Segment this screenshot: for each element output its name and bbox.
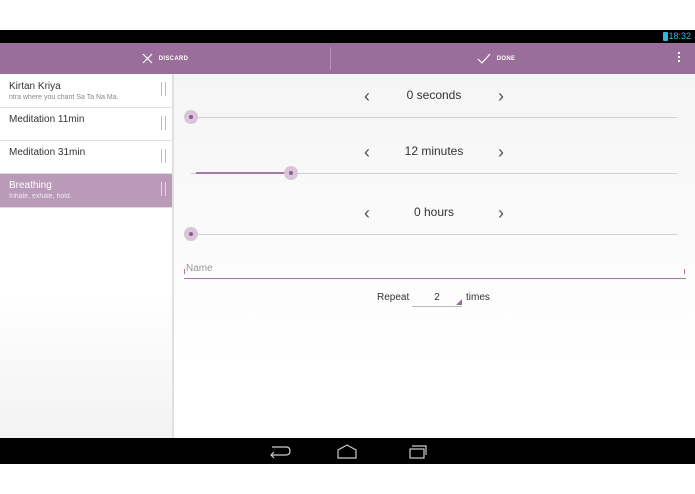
- drag-handle-icon[interactable]: [161, 149, 166, 163]
- close-icon: [142, 53, 153, 64]
- slider-thumb[interactable]: [184, 227, 198, 241]
- hours-stepper: ‹ 0 hours ›: [174, 203, 695, 223]
- bottom-margin: [0, 464, 695, 494]
- hours-value: 0 hours: [413, 205, 455, 219]
- chevron-right-icon[interactable]: ›: [491, 142, 511, 162]
- times-label: times: [466, 292, 490, 303]
- slider-thumb[interactable]: [184, 110, 198, 124]
- navigation-bar: [0, 438, 695, 464]
- overflow-menu-icon[interactable]: [678, 52, 681, 65]
- input-edge: [684, 269, 685, 274]
- drag-handle-icon[interactable]: [161, 116, 166, 130]
- list-item-breathing[interactable]: Breathing Inhale, exhale, hold.: [0, 174, 172, 208]
- list-item-title: Breathing: [9, 180, 52, 191]
- list-item-subtitle: ntra where you chant Sa Ta Na Ma.: [9, 94, 119, 101]
- drag-handle-icon[interactable]: [161, 82, 166, 96]
- slider-track: [186, 117, 677, 118]
- input-edge: [184, 269, 185, 274]
- drag-handle-icon[interactable]: [161, 182, 166, 196]
- discard-label: DISCARD: [158, 55, 189, 62]
- list-item-title: Meditation 11min: [9, 114, 85, 125]
- hours-slider[interactable]: [184, 227, 677, 243]
- status-bar: 18:32: [0, 30, 695, 43]
- repeat-count-input[interactable]: 2: [412, 292, 462, 307]
- repeat-label: Repeat: [377, 292, 410, 303]
- minutes-stepper: ‹ 12 minutes ›: [174, 142, 695, 162]
- chevron-right-icon[interactable]: ›: [491, 203, 511, 223]
- minutes-value: 12 minutes: [404, 144, 464, 158]
- battery-icon: [663, 32, 668, 41]
- minutes-slider[interactable]: [191, 166, 677, 182]
- done-button[interactable]: DONE: [331, 43, 661, 74]
- slider-track: [186, 234, 677, 235]
- list-item-kirtan-kriya[interactable]: Kirtan Kriya ntra where you chant Sa Ta …: [0, 74, 172, 108]
- slider-fill: [196, 172, 292, 174]
- seconds-value: 0 seconds: [406, 88, 462, 102]
- chevron-right-icon[interactable]: ›: [491, 86, 511, 106]
- checkmark-icon: [477, 53, 491, 64]
- list-item-title: Meditation 31min: [9, 147, 86, 158]
- recents-icon[interactable]: [402, 442, 432, 460]
- status-clock: 18:32: [668, 31, 691, 41]
- routine-list: Kirtan Kriya ntra where you chant Sa Ta …: [0, 74, 172, 438]
- routine-editor: ‹ 0 seconds › ‹ 12 minutes › ‹ 0 hours ›…: [174, 74, 695, 438]
- back-icon[interactable]: [263, 442, 293, 460]
- seconds-slider[interactable]: [184, 110, 677, 126]
- input-corner: [456, 299, 462, 305]
- list-item-meditation-11min[interactable]: Meditation 11min: [0, 108, 172, 141]
- seconds-stepper: ‹ 0 seconds ›: [174, 86, 695, 106]
- repeat-row: Repeat 2 times: [174, 292, 695, 310]
- discard-button[interactable]: DISCARD: [0, 43, 330, 74]
- list-item-title: Kirtan Kriya: [9, 81, 61, 92]
- list-item-subtitle: Inhale, exhale, hold.: [9, 193, 72, 200]
- name-input[interactable]: [184, 260, 686, 279]
- action-bar: DISCARD DONE: [0, 43, 695, 74]
- list-item-meditation-31min[interactable]: Meditation 31min: [0, 141, 172, 174]
- slider-thumb[interactable]: [284, 166, 299, 180]
- home-icon[interactable]: [332, 442, 362, 460]
- done-label: DONE: [496, 55, 516, 62]
